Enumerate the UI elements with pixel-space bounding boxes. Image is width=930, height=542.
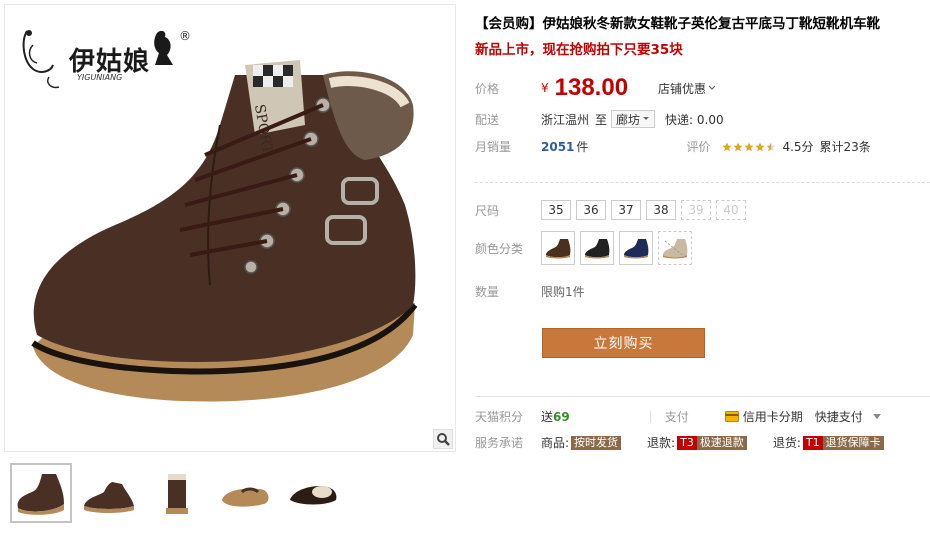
size-option-38[interactable]: 38	[646, 200, 676, 220]
vertical-separator	[649, 410, 651, 423]
size-option-40: 40	[716, 200, 746, 220]
points-label: 天猫积分	[475, 410, 524, 424]
magnifier-icon	[437, 433, 450, 446]
price-value: 138.00	[554, 74, 629, 101]
store-promo-dropdown[interactable]: 店铺优惠	[658, 80, 716, 97]
thumbnail-1[interactable]	[10, 463, 72, 523]
zoom-button[interactable]	[433, 429, 453, 449]
monthly-sales-unit: 件	[576, 140, 589, 154]
shipping-fee: 快递: 0.00	[665, 112, 724, 127]
points-row: 天猫积分 送 69 支付 信用卡分期 快捷支付	[475, 408, 881, 425]
shipping-label: 配送	[475, 112, 500, 127]
shipping-row: 配送 浙江温州 至 廊坊 快递: 0.00	[475, 110, 724, 128]
boot-pair-thumb-icon	[84, 482, 134, 513]
price-row: 价格 ¥ 138.00 店铺优惠	[475, 74, 716, 102]
service-items: 商品: 按时发货 退款: T3 极速退款 退货: T1 退货保障卡	[541, 434, 910, 451]
service-badge: T3	[677, 435, 697, 450]
size-option-35[interactable]: 35	[541, 200, 571, 220]
thumbnail-4[interactable]	[214, 463, 276, 523]
boot-swatch-icon	[546, 239, 571, 259]
chevron-down-icon	[708, 85, 716, 90]
fast-pay-label[interactable]: 快捷支付	[815, 408, 863, 425]
credit-installment-link[interactable]: 信用卡分期	[743, 408, 803, 425]
quantity-row: 数量 限购1件	[475, 283, 585, 300]
service-tag[interactable]: 退货保障卡	[822, 435, 884, 450]
service-tag[interactable]: 极速退款	[696, 435, 747, 450]
star-icon	[733, 142, 744, 151]
currency-symbol: ¥	[541, 81, 549, 95]
color-option-blue[interactable]	[619, 231, 653, 265]
credit-card-icon	[724, 411, 739, 422]
boot-swatch-icon	[624, 239, 649, 259]
chevron-down-icon[interactable]	[872, 413, 881, 420]
section-divider	[475, 396, 930, 397]
size-row: 尺码 35 36 37 38 39 40	[475, 200, 751, 220]
main-product-image[interactable]: 伊姑娘 YIGUNIANG ® SPORT	[4, 4, 456, 452]
thumbnail-strip	[10, 463, 344, 523]
destination-select[interactable]: 廊坊	[611, 110, 656, 128]
quantity-label: 数量	[475, 285, 500, 299]
service-tag[interactable]: 按时发货	[571, 435, 622, 450]
thumbnail-3[interactable]	[146, 463, 208, 523]
size-options: 35 36 37 38 39 40	[541, 200, 751, 220]
color-label: 颜色分类	[475, 241, 524, 256]
thumbnail-5[interactable]	[282, 463, 344, 523]
rating-label: 评价	[686, 140, 711, 154]
ship-to-word: 至	[595, 112, 608, 127]
size-option-36[interactable]: 36	[576, 200, 606, 220]
thumbnail-2[interactable]	[78, 463, 140, 523]
rating-stars	[722, 142, 777, 152]
color-option-beige	[658, 231, 692, 265]
size-label: 尺码	[475, 203, 500, 218]
color-option-brown[interactable]	[541, 231, 575, 265]
monthly-sales-count: 2051	[541, 139, 575, 154]
product-info: 【会员购】伊姑娘秋冬新款女鞋靴子英伦复古平底马丁靴短靴机车靴 新品上市，现在抢购…	[475, 0, 930, 542]
boot-side-thumb-icon	[17, 474, 64, 515]
destination-value: 廊坊	[616, 112, 641, 127]
product-subtitle: 新品上市，现在抢购拍下只要35块	[475, 42, 683, 58]
star-icon	[722, 142, 733, 151]
boot-back-thumb-icon	[166, 474, 188, 514]
service-item: 退货: T1 退货保障卡	[773, 434, 884, 451]
service-row: 服务承诺 商品: 按时发货 退款: T3 极速退款 退货: T1 退货保障卡	[475, 434, 910, 451]
star-icon	[755, 142, 766, 151]
buy-now-button[interactable]: 立刻购买	[542, 328, 705, 358]
store-promo-label: 店铺优惠	[658, 81, 707, 96]
section-divider	[475, 182, 930, 183]
quantity-limit: 限购1件	[541, 285, 585, 299]
product-page: 伊姑娘 YIGUNIANG ® SPORT 【会员购】伊姑娘秋冬新款女鞋靴子英伦…	[0, 0, 930, 542]
sales-row: 月销量 2051 件 评价 4.5分 累计23条	[475, 138, 871, 155]
boot-top-thumb-icon	[290, 486, 337, 505]
product-title: 【会员购】伊姑娘秋冬新款女鞋靴子英伦复古平底马丁靴短靴机车靴	[475, 16, 880, 32]
chevron-down-icon	[643, 117, 650, 120]
color-row: 颜色分类	[475, 231, 697, 265]
points-value: 69	[553, 409, 570, 424]
boot-swatch-icon	[585, 239, 610, 259]
service-item-prefix: 退货:	[772, 436, 801, 450]
boot-sole-thumb-icon	[222, 487, 269, 507]
size-option-39: 39	[681, 200, 711, 220]
pay-label: 支付	[664, 410, 689, 424]
boot-image: SPORT	[31, 60, 418, 402]
service-item: 退款: T3 极速退款	[647, 434, 747, 451]
boot-swatch-icon	[663, 239, 688, 259]
rating-score: 4.5分	[782, 140, 814, 154]
service-item: 商品: 按时发货	[541, 434, 622, 451]
half-star-icon	[766, 142, 777, 151]
review-total-link[interactable]: 累计23条	[820, 138, 871, 155]
star-icon	[744, 142, 755, 151]
service-item-prefix: 退款:	[647, 436, 676, 450]
points-prefix: 送	[541, 410, 554, 424]
color-options	[541, 231, 697, 265]
service-badge: T1	[802, 435, 823, 450]
price-label: 价格	[475, 81, 500, 96]
image-gallery: 伊姑娘 YIGUNIANG ® SPORT	[0, 0, 460, 542]
size-option-37[interactable]: 37	[611, 200, 641, 220]
ship-from: 浙江温州	[541, 112, 590, 127]
service-item-prefix: 商品:	[541, 436, 570, 450]
monthly-sales-label: 月销量	[475, 140, 512, 154]
service-label: 服务承诺	[475, 436, 524, 450]
color-option-black[interactable]	[580, 231, 614, 265]
